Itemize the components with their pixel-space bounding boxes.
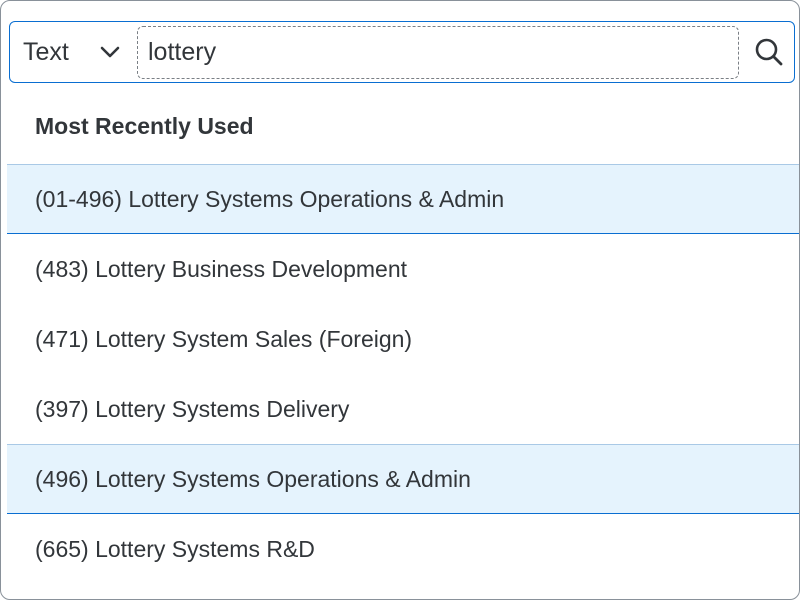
search-bar: Text [9,21,795,83]
list-item-label: (665) Lottery Systems R&D [35,535,315,562]
search-type-label: Text [23,37,69,66]
search-button[interactable] [743,22,794,82]
search-type-select[interactable]: Text [10,22,137,82]
value-help-popover: Text Most Recently Used (01-496) Lottery… [0,0,800,600]
search-input[interactable] [138,27,738,78]
chevron-down-icon [100,46,120,58]
list-item-label: (397) Lottery Systems Delivery [35,395,350,422]
list-item-label: (01-496) Lottery Systems Operations & Ad… [35,185,505,212]
list-item[interactable]: (471) Lottery System Sales (Foreign) [7,304,799,374]
suggestion-list: (01-496) Lottery Systems Operations & Ad… [7,164,799,584]
search-icon [755,38,782,66]
list-item-label: (471) Lottery System Sales (Foreign) [35,325,413,352]
section-title-most-recently-used: Most Recently Used [35,113,254,139]
search-input-wrapper [137,26,739,79]
list-item-label: (483) Lottery Business Development [35,255,408,282]
list-item[interactable]: (665) Lottery Systems R&D [7,514,799,584]
list-item-label: (496) Lottery Systems Operations & Admin [35,465,471,492]
list-item[interactable]: (397) Lottery Systems Delivery [7,374,799,444]
list-item[interactable]: (01-496) Lottery Systems Operations & Ad… [7,164,799,234]
list-item[interactable]: (496) Lottery Systems Operations & Admin [7,444,799,514]
list-item[interactable]: (483) Lottery Business Development [7,234,799,304]
